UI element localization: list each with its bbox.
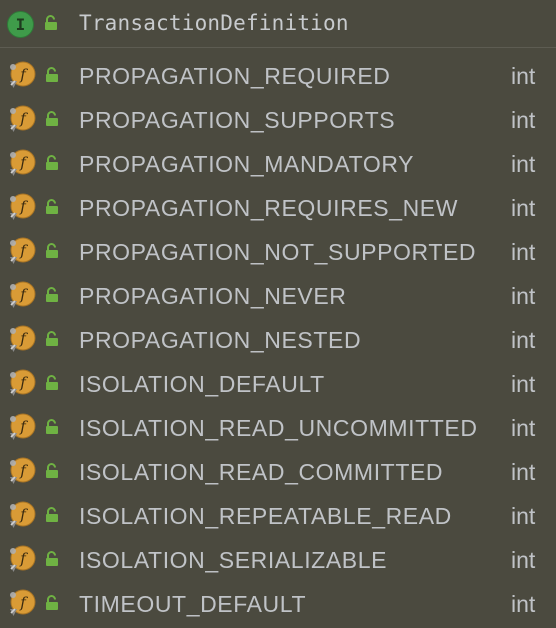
public-lock-icon xyxy=(46,111,58,126)
static-final-field-icon: f xyxy=(10,545,36,572)
field-row[interactable]: f TIMEOUT_DEFAULT int xyxy=(0,583,556,627)
field-type: int xyxy=(511,327,536,353)
static-final-field-icon: f xyxy=(10,61,36,88)
field-type: int xyxy=(511,591,536,617)
field-row[interactable]: f ISOLATION_SERIALIZABLE int xyxy=(0,539,556,583)
public-lock-icon xyxy=(46,595,58,610)
field-name: PROPAGATION_NEVER xyxy=(79,283,347,309)
field-row[interactable]: f PROPAGATION_NOT_SUPPORTED int xyxy=(0,231,556,275)
field-type: int xyxy=(511,283,536,309)
field-name: TIMEOUT_DEFAULT xyxy=(79,591,307,617)
field-name: ISOLATION_SERIALIZABLE xyxy=(79,547,388,573)
field-name: ISOLATION_DEFAULT xyxy=(79,371,325,397)
public-lock-icon xyxy=(46,375,58,390)
public-lock-icon xyxy=(46,67,58,82)
field-row[interactable]: f PROPAGATION_REQUIRED int xyxy=(0,55,556,99)
field-name: PROPAGATION_SUPPORTS xyxy=(79,107,396,133)
public-lock-icon xyxy=(46,287,58,302)
field-type: int xyxy=(511,459,536,485)
field-type: int xyxy=(511,195,536,221)
public-lock-icon xyxy=(46,419,58,434)
field-name: PROPAGATION_REQUIRES_NEW xyxy=(79,195,459,221)
field-type: int xyxy=(511,547,536,573)
field-row[interactable]: f PROPAGATION_MANDATORY int xyxy=(0,143,556,187)
structure-header[interactable]: I TransactionDefinition xyxy=(0,0,556,48)
field-type: int xyxy=(511,151,536,177)
field-name: PROPAGATION_NESTED xyxy=(79,327,362,353)
static-final-field-icon: f xyxy=(10,413,36,440)
static-final-field-icon: f xyxy=(10,193,36,220)
field-row[interactable]: f PROPAGATION_NESTED int xyxy=(0,319,556,363)
field-name: PROPAGATION_MANDATORY xyxy=(79,151,415,177)
field-row[interactable]: f ISOLATION_READ_UNCOMMITTED int xyxy=(0,407,556,451)
public-lock-icon xyxy=(46,331,58,346)
static-final-field-icon: f xyxy=(10,105,36,132)
field-name: PROPAGATION_NOT_SUPPORTED xyxy=(79,239,477,265)
static-final-field-icon: f xyxy=(10,501,36,528)
public-lock-icon xyxy=(46,199,58,214)
public-lock-icon xyxy=(45,15,57,30)
field-row[interactable]: f ISOLATION_REPEATABLE_READ int xyxy=(0,495,556,539)
interface-icon: I xyxy=(7,11,34,38)
class-title: TransactionDefinition xyxy=(79,11,349,35)
field-row[interactable]: f PROPAGATION_REQUIRES_NEW int xyxy=(0,187,556,231)
public-lock-icon xyxy=(46,463,58,478)
static-final-field-icon: f xyxy=(10,457,36,484)
field-type: int xyxy=(511,371,536,397)
field-name: ISOLATION_READ_COMMITTED xyxy=(79,459,444,485)
static-final-field-icon: f xyxy=(10,369,36,396)
static-final-field-icon: f xyxy=(10,281,36,308)
field-name: PROPAGATION_REQUIRED xyxy=(79,63,391,89)
field-row[interactable]: f ISOLATION_DEFAULT int xyxy=(0,363,556,407)
field-type: int xyxy=(511,415,536,441)
public-lock-icon xyxy=(46,155,58,170)
static-final-field-icon: f xyxy=(10,325,36,352)
interface-icon-letter: I xyxy=(15,15,26,34)
static-final-field-icon: f xyxy=(10,149,36,176)
public-lock-icon xyxy=(46,507,58,522)
field-type: int xyxy=(511,239,536,265)
field-list: f PROPAGATION_REQUIRED int f PROPAGATION… xyxy=(0,55,556,627)
field-name: ISOLATION_READ_UNCOMMITTED xyxy=(79,415,478,441)
static-final-field-icon: f xyxy=(10,237,36,264)
field-name: ISOLATION_REPEATABLE_READ xyxy=(79,503,452,529)
field-type: int xyxy=(511,503,536,529)
field-type: int xyxy=(511,107,536,133)
public-lock-icon xyxy=(46,243,58,258)
field-row[interactable]: f PROPAGATION_SUPPORTS int xyxy=(0,99,556,143)
public-lock-icon xyxy=(46,551,58,566)
field-type: int xyxy=(511,63,536,89)
field-row[interactable]: f PROPAGATION_NEVER int xyxy=(0,275,556,319)
static-final-field-icon: f xyxy=(10,589,36,616)
field-row[interactable]: f ISOLATION_READ_COMMITTED int xyxy=(0,451,556,495)
